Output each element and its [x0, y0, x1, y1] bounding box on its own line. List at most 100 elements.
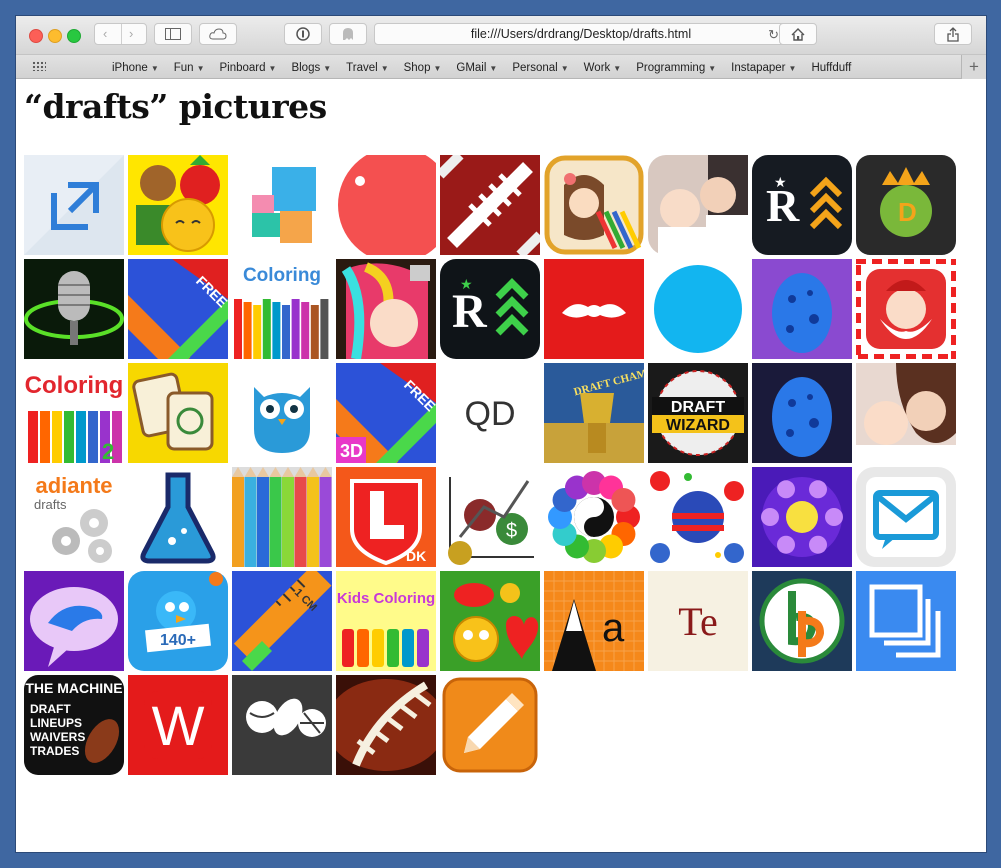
favorite-label: Huffduff: [811, 62, 852, 74]
forward-icon[interactable]: ›: [129, 26, 133, 41]
flask-icon: [128, 467, 228, 567]
favorite-programming[interactable]: Programming ▼: [636, 59, 716, 77]
flags-dots-icon: [648, 467, 748, 567]
icloud-tabs-button[interactable]: [199, 23, 237, 45]
icon-text: 140+: [160, 632, 196, 649]
qd-logo-icon: QD: [440, 363, 540, 463]
the-machine-image: THE MACHINEDRAFTLINEUPSWAIVERSTRADESTHE …: [24, 675, 124, 775]
home-icon: [791, 27, 805, 41]
svg-text:a: a: [602, 606, 625, 650]
adiante-drafts-image: adiante drafts: [24, 467, 124, 567]
favorite-label: Programming: [636, 62, 706, 74]
kids-coloring-image: Kids Coloring: [336, 571, 436, 671]
back-icon[interactable]: ‹: [103, 26, 107, 41]
favorite-pinboard[interactable]: Pinboard ▼: [219, 59, 276, 77]
baby-mother-2-image: [856, 363, 956, 463]
favorite-label: Fun: [173, 62, 194, 74]
sports-balls-icon: [232, 675, 332, 775]
mother-baby-image: [648, 155, 748, 255]
football-laces-image: [440, 155, 540, 255]
svg-text:WIZARD: WIZARD: [666, 417, 730, 434]
football-closeup-image: [336, 675, 436, 775]
qd-logo-image: QD: [440, 363, 540, 463]
chevron-down-icon: ▼: [323, 63, 332, 73]
bird-speech-image: [24, 571, 124, 671]
baby-mother-2-icon: [856, 363, 956, 463]
icon-text: adiante: [35, 473, 112, 498]
favorite-label: Blogs: [291, 62, 321, 74]
icon-text: DK: [406, 548, 426, 564]
share-button[interactable]: [934, 23, 972, 45]
favorite-gmail[interactable]: GMail ▼: [456, 59, 497, 77]
extension-button[interactable]: [284, 23, 322, 45]
coloring-2-image: Coloring 2: [24, 363, 124, 463]
zoom-window-button[interactable]: [67, 29, 81, 43]
minimize-window-button[interactable]: [48, 29, 62, 43]
favorite-personal[interactable]: Personal ▼: [512, 59, 568, 77]
emoji-lips-heart-image: [440, 571, 540, 671]
svg-text:3D: 3D: [340, 441, 363, 461]
flags-dots-image: [648, 467, 748, 567]
chevron-down-icon: ▼: [433, 63, 442, 73]
ruler-cm-image: 1 CM: [232, 571, 332, 671]
chevron-down-icon: ▼: [380, 63, 389, 73]
football-gears-image: $: [440, 467, 540, 567]
top-sites-grid-icon[interactable]: [32, 61, 46, 71]
svg-text:DRAFT: DRAFT: [671, 399, 725, 416]
te-text-image: Te: [648, 571, 748, 671]
blue-egg-purple-image: [752, 259, 852, 359]
svg-text:drafts: drafts: [34, 497, 67, 512]
yin-yang-flower-icon: [544, 467, 644, 567]
sidebar-button[interactable]: [154, 23, 192, 45]
mother-baby-icon: [648, 155, 748, 255]
draft-champ-trophy-image: DRAFT CHAMP: [544, 363, 644, 463]
favorite-work[interactable]: Work ▼: [584, 59, 622, 77]
favorite-instapaper[interactable]: Instapaper ▼: [731, 59, 796, 77]
draft-wizard-icon: DRAFTWIZARDDRAFT WIZARD: [648, 363, 748, 463]
favorite-fun[interactable]: Fun ▼: [174, 59, 205, 77]
chevron-down-icon: ▼: [613, 63, 622, 73]
ruler-free-image: FREE: [128, 259, 228, 359]
new-tab-button[interactable]: +: [961, 55, 986, 79]
the-machine-icon: THE MACHINEDRAFTLINEUPSWAIVERSTRADESTHE …: [24, 675, 124, 775]
coloring-pencils-icon: Coloring: [232, 259, 332, 359]
favorite-huffduff[interactable]: Huffduff: [811, 59, 851, 77]
blue-circle-icon: [648, 259, 748, 359]
favorite-label: GMail: [456, 62, 487, 74]
draft-wizard-image: DRAFTWIZARDDRAFT WIZARD: [648, 363, 748, 463]
draftkings-lineup-icon: DK: [336, 467, 436, 567]
red-mustache-image: [544, 259, 644, 359]
ruler-free-3d-image: FREE 3D: [336, 363, 436, 463]
favorite-shop[interactable]: Shop ▼: [404, 59, 442, 77]
drafts-arrow-icon: [24, 155, 124, 255]
ghostery-button[interactable]: [329, 23, 367, 45]
address-bar[interactable]: file:///Users/drdrang/Desktop/drafts.htm…: [374, 23, 788, 45]
svg-text:DRAFT: DRAFT: [30, 702, 71, 716]
back-forward-buttons: ‹ ›: [94, 23, 147, 45]
chevron-down-icon: ▼: [150, 63, 159, 73]
favorite-iphone[interactable]: iPhone ▼: [112, 59, 159, 77]
adiante-drafts-icon: adiantedrafts: [24, 467, 124, 567]
favorite-blogs[interactable]: Blogs ▼: [291, 59, 331, 77]
bp-logo-icon: [752, 571, 852, 671]
icon-text: Kids Coloring: [337, 590, 435, 607]
santa-icon: [856, 259, 956, 359]
emoji-lips-heart-icon: [440, 571, 540, 671]
color-squares-image: [232, 155, 332, 255]
monkey-strawberry-emoji-icon: [128, 155, 228, 255]
pencil-orange-image: [440, 675, 540, 775]
microphone-image: [24, 259, 124, 359]
mail-envelope-image: [856, 467, 956, 567]
r-chevrons-dark-image: R ★: [752, 155, 852, 255]
close-window-button[interactable]: [29, 29, 43, 43]
stacked-squares-image: [856, 571, 956, 671]
reload-icon[interactable]: ↻: [768, 27, 779, 43]
icon-text: Coloring: [25, 372, 124, 399]
football-closeup-icon: [336, 675, 436, 775]
football-laces-icon: [440, 155, 540, 255]
svg-text:LINEUPS: LINEUPS: [30, 716, 82, 730]
favorite-travel[interactable]: Travel ▼: [346, 59, 388, 77]
bird-140-image: 140+: [128, 571, 228, 671]
home-button[interactable]: [779, 23, 817, 45]
sidebar-icon: [165, 28, 181, 40]
